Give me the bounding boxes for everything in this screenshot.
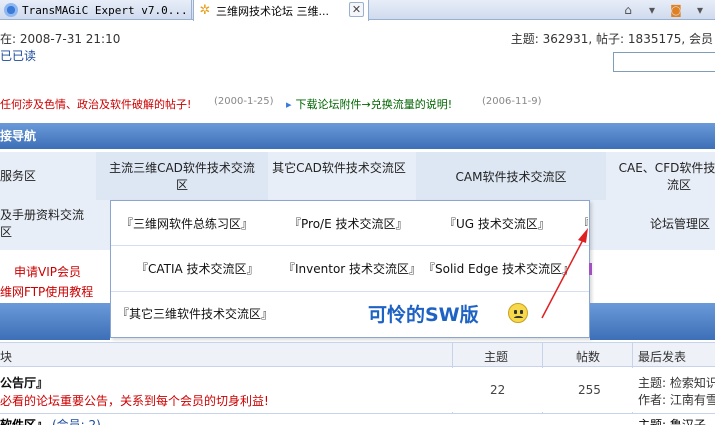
announcement-date: (2000-1-25) — [214, 96, 274, 107]
home-icon[interactable]: ⌂ — [621, 3, 635, 17]
last-post-author[interactable]: 作者: 江南有雪 — [638, 391, 715, 408]
forum-list-header — [590, 303, 715, 340]
nav-cell[interactable]: 服务区 — [0, 168, 96, 185]
tab-label: TransMAGiC Expert v7.0... — [22, 3, 188, 17]
search-input[interactable] — [613, 52, 715, 72]
close-tab-icon[interactable]: ✕ — [349, 2, 364, 17]
post-count: 255 — [578, 383, 601, 397]
nav-cell[interactable]: CAE、CFD软件技术交流区 — [614, 160, 715, 194]
column-header: 最后发表 — [638, 350, 687, 364]
announcement-link[interactable]: ▸ 下载论坛附件→兑换流量的说明! — [286, 96, 452, 112]
rss-icon[interactable]: ◙ — [669, 3, 683, 17]
forum-favicon-icon: ✲ — [199, 2, 211, 18]
last-post-topic[interactable]: 主题: 鲁汉子 — [638, 416, 706, 425]
last-post-topic[interactable]: 主题: 检索知识 — [638, 374, 715, 391]
quick-nav-header: 接导航 — [0, 123, 715, 149]
announcement-link[interactable]: 任何涉及色情、政治及软件破解的帖子! — [0, 96, 191, 112]
nav-cell[interactable]: 主流三维CAD软件技术交流区 — [96, 152, 268, 200]
nav-cell[interactable]: CAM软件技术交流区 — [416, 152, 606, 200]
last-login-text: 在: 2008-7-31 21:10 — [0, 32, 121, 46]
topic-count: 22 — [490, 383, 506, 397]
ftp-tutorial-link[interactable]: 维网FTP使用教程 — [0, 283, 93, 300]
announcement-date: (2006-11-9) — [482, 96, 542, 107]
subforum-link[interactable]: 『其它三维软件技术交流区』 — [117, 305, 273, 322]
nav-cell[interactable]: 其它CAD软件技术交流区 — [268, 160, 410, 177]
sad-face-icon — [508, 303, 528, 323]
browser-tab-bar: TransMAGiC Expert v7.0... ✲ 三维网技术论坛 三维..… — [0, 0, 715, 21]
forum-list-header — [0, 303, 110, 340]
forum-description: 必看的论坛重要公告，关系到每个会员的切身利益! — [0, 394, 269, 408]
divider — [589, 263, 592, 275]
tab-3dportal-forum[interactable]: ✲ 三维网技术论坛 三维... ✕ — [193, 0, 369, 21]
nav-cell[interactable]: 论坛管理区 — [650, 216, 715, 233]
table-row[interactable]: 软件区』 (会员: 2) 主题: 鲁汉子 — [0, 413, 715, 425]
subforum-link[interactable]: 『CATIA 技术交流区』 — [136, 260, 259, 277]
subforum-link[interactable]: 『 — [578, 215, 588, 232]
forum-title[interactable]: 软件区』 — [0, 416, 48, 425]
subforum-link[interactable]: 『Pro/E 技术交流区』 — [289, 215, 407, 232]
tab-label: 三维网技术论坛 三维... — [216, 4, 329, 18]
ie-page-icon — [4, 3, 18, 17]
subforum-link[interactable]: 『三维网软件总练习区』 — [121, 215, 253, 232]
table-row[interactable]: 公告厅』 必看的论坛重要公告，关系到每个会员的切身利益! 22 255 主题: … — [0, 368, 715, 412]
divider — [111, 291, 589, 292]
nav-cell[interactable]: 及手册资料交流区 — [0, 207, 88, 241]
annotation-text: 可怜的SW版 — [368, 304, 479, 326]
toolbar-icons: ⌂ ▾ ◙ ▾ — [621, 0, 715, 20]
column-header: 主题 — [484, 350, 509, 364]
tab-transmagic[interactable]: TransMAGiC Expert v7.0... — [0, 0, 192, 20]
forum-members: (会员: 2) — [52, 418, 101, 425]
chevron-down-icon[interactable]: ▾ — [693, 3, 707, 17]
dropdown-arrow-icon[interactable]: ▾ — [645, 3, 659, 17]
column-header: 帖数 — [576, 350, 601, 364]
forum-table-header: 块 主题 帖数 最后发表 — [0, 342, 715, 367]
column-header: 块 — [0, 350, 13, 364]
mark-all-read-link[interactable]: 已已读 — [0, 47, 36, 64]
forum-title[interactable]: 公告厅』 — [0, 374, 48, 391]
triangle-right-icon: ▸ — [286, 98, 292, 111]
subforum-link[interactable]: 『UG 技术交流区』 — [444, 215, 550, 232]
subforum-link[interactable]: 『Solid Edge 技术交流区』 — [423, 260, 574, 277]
apply-vip-link[interactable]: 申请VIP会员 — [14, 263, 81, 280]
divider — [111, 245, 589, 246]
forum-stats: 主题: 362931, 帖子: 1835175, 会员 — [510, 32, 713, 46]
subforum-link[interactable]: 『Inventor 技术交流区』 — [283, 260, 421, 277]
